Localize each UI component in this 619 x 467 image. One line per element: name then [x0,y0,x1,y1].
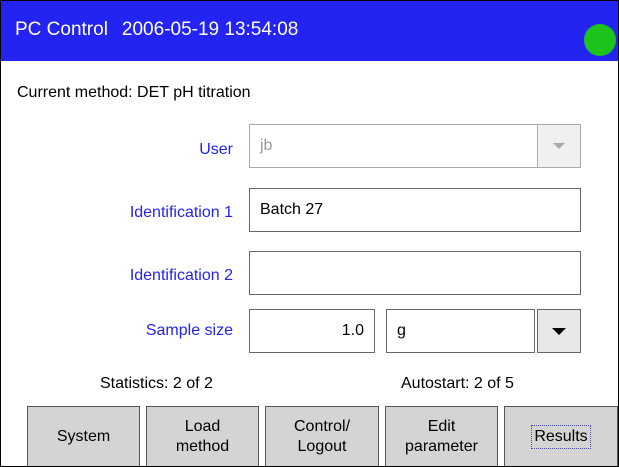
chevron-down-icon [553,143,565,149]
user-select[interactable]: jb [249,124,540,168]
pc-control-window: PC Control 2006-05-19 13:54:08 Current me… [0,0,619,467]
results-button-label: Results [531,425,591,449]
current-method-text: Current method: DET pH titration [17,84,251,101]
load-method-button[interactable]: Load method [146,406,259,466]
user-label: User [199,141,233,158]
identification1-label: Identification 1 [129,204,233,221]
sample-size-label: Sample size [145,322,233,339]
results-button[interactable]: Results [504,406,618,466]
window-title: PC Control 2006-05-19 13:54:08 [15,19,298,41]
identification2-label: Identification 2 [129,267,233,284]
sample-unit-dropdown-button[interactable] [537,309,581,353]
control-logout-button[interactable]: Control/ Logout [265,406,379,466]
identification2-input[interactable] [249,251,581,295]
statistics-text: Statistics: 2 of 2 [100,375,213,392]
edit-parameter-button-label: Edit parameter [405,418,478,455]
sample-size-value: 1.0 [341,322,364,339]
sample-unit-select[interactable]: g [386,309,535,353]
identification1-input[interactable]: Batch 27 [249,188,581,232]
datetime-display: 2006-05-19 13:54:08 [121,19,299,40]
user-dropdown-button[interactable] [537,124,581,168]
sample-unit-value: g [397,322,406,339]
status-indicator-icon [584,24,616,56]
autostart-text: Autostart: 2 of 5 [401,375,514,392]
app-title: PC Control [15,19,108,40]
title-bar: PC Control 2006-05-19 13:54:08 [1,1,618,61]
chevron-down-icon [552,327,566,335]
edit-parameter-button[interactable]: Edit parameter [385,406,498,466]
system-button-label: System [56,428,111,445]
identification1-value: Batch 27 [260,201,324,218]
sample-size-input[interactable]: 1.0 [249,309,375,353]
control-logout-button-label: Control/ Logout [293,418,351,455]
system-button[interactable]: System [27,406,140,466]
load-method-button-label: Load method [175,418,230,455]
user-value: jb [260,137,273,154]
